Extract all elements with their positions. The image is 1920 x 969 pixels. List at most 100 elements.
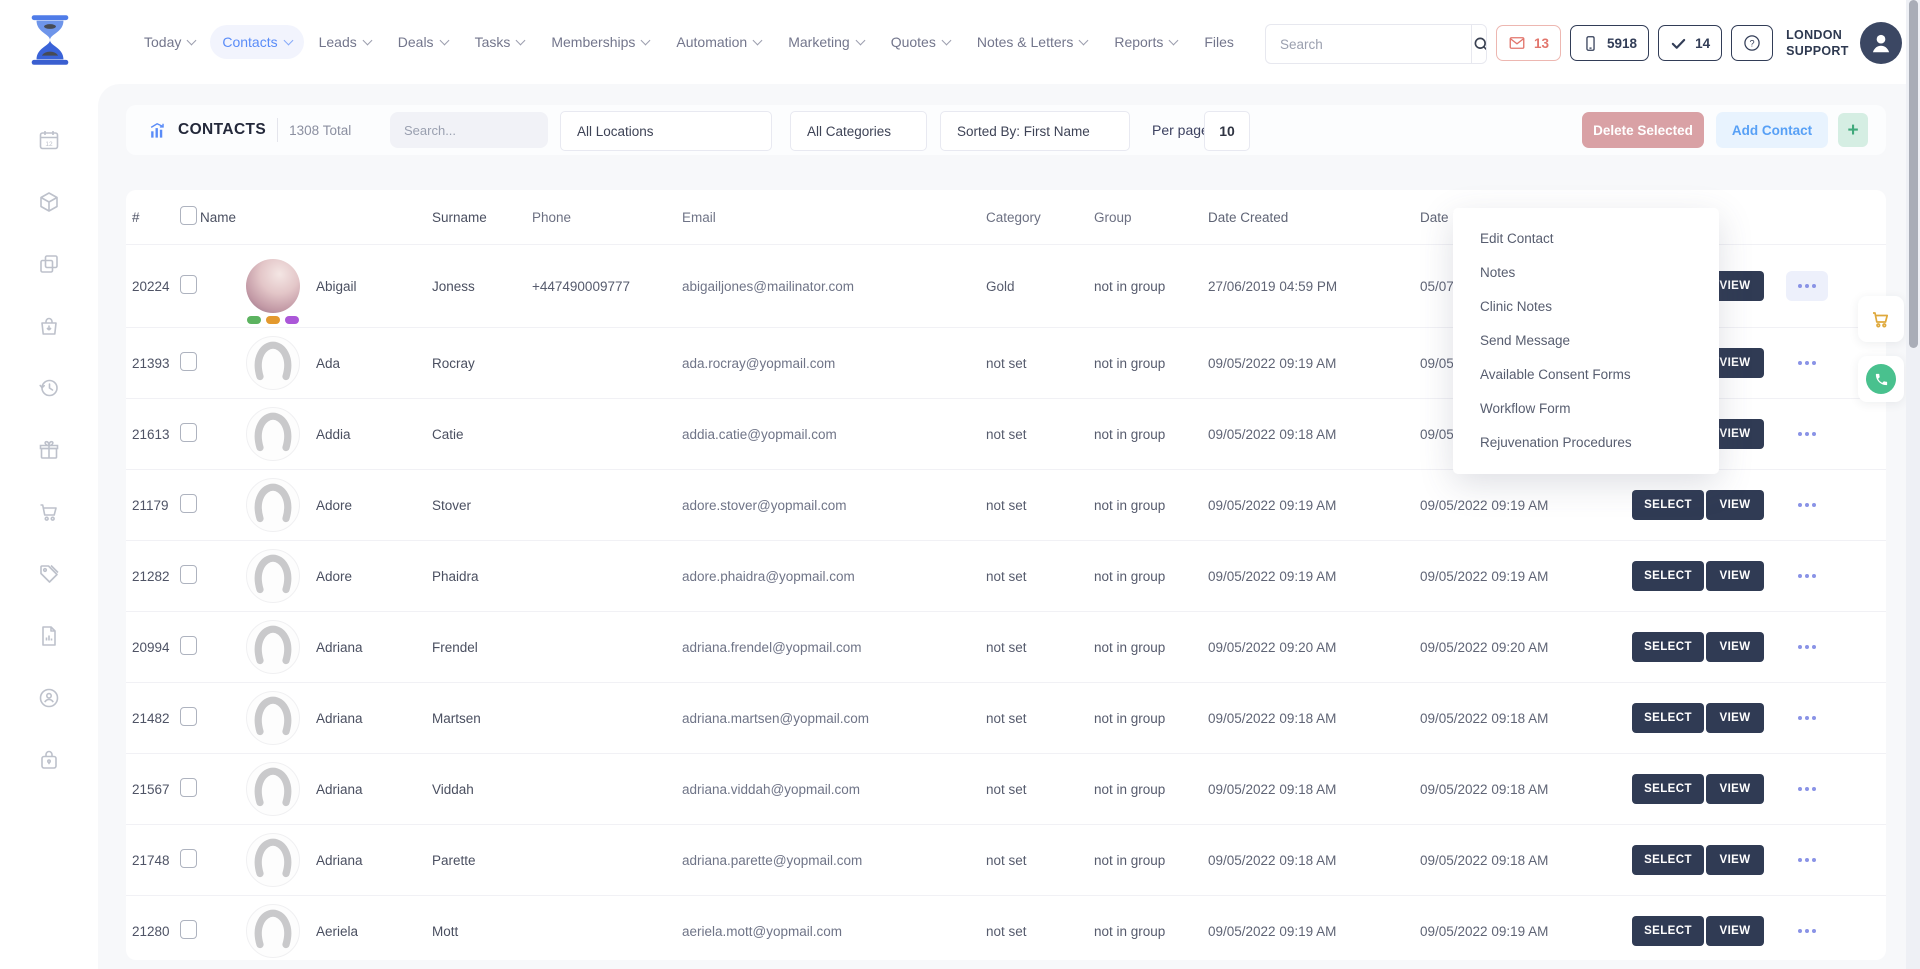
row-checkbox[interactable] <box>180 707 197 726</box>
contact-group: not in group <box>1086 711 1208 726</box>
context-menu-item-clinic-notes[interactable]: Clinic Notes <box>1453 290 1719 324</box>
locations-filter[interactable]: All Locations <box>560 111 772 151</box>
row-more-button[interactable] <box>1786 774 1828 804</box>
floating-cart-button[interactable] <box>1858 296 1904 342</box>
row-more-button[interactable] <box>1786 916 1828 946</box>
nav-item-quotes[interactable]: Quotes <box>879 25 962 59</box>
search-icon[interactable] <box>1471 25 1487 63</box>
context-menu-item-send-message[interactable]: Send Message <box>1453 324 1719 358</box>
sort-filter[interactable]: Sorted By: First Name <box>940 111 1130 151</box>
add-contact-button[interactable]: Add Contact <box>1716 112 1828 148</box>
select-button[interactable]: SELECT <box>1632 845 1704 875</box>
help-icon: ? <box>1742 33 1762 53</box>
account-sync-icon[interactable] <box>37 686 61 710</box>
row-checkbox[interactable] <box>180 352 197 371</box>
select-button[interactable]: SELECT <box>1632 490 1704 520</box>
nav-item-marketing[interactable]: Marketing <box>776 25 875 59</box>
phone-call-icon <box>1874 372 1889 387</box>
context-menu-item-rejuvenation-procedures[interactable]: Rejuvenation Procedures <box>1453 426 1719 460</box>
row-checkbox[interactable] <box>180 778 197 797</box>
row-checkbox[interactable] <box>180 494 197 513</box>
row-checkbox[interactable] <box>180 423 197 442</box>
nav-item-automation[interactable]: Automation <box>664 25 773 59</box>
cart-icon[interactable] <box>37 500 61 524</box>
nav-item-notes-letters[interactable]: Notes & Letters <box>965 25 1100 59</box>
contacts-search-input[interactable] <box>390 123 580 138</box>
select-all-checkbox[interactable] <box>180 206 197 225</box>
mail-badge[interactable]: 13 <box>1496 25 1561 61</box>
view-button[interactable]: VIEW <box>1706 490 1764 520</box>
nav-item-memberships[interactable]: Memberships <box>539 25 661 59</box>
select-button[interactable]: SELECT <box>1632 703 1704 733</box>
row-more-button[interactable] <box>1786 845 1828 875</box>
contact-avatar <box>246 407 300 461</box>
nav-item-contacts[interactable]: Contacts <box>210 25 303 59</box>
row-more-button[interactable] <box>1786 561 1828 591</box>
nav-item-today[interactable]: Today <box>132 25 207 59</box>
row-checkbox[interactable] <box>180 275 197 294</box>
copy-icon[interactable] <box>37 252 61 276</box>
shopping-bag-icon[interactable] <box>37 314 61 338</box>
svg-text:?: ? <box>1750 38 1755 48</box>
add-file-button[interactable]: + <box>1838 113 1868 147</box>
nav-item-tasks[interactable]: Tasks <box>463 25 537 59</box>
calendar-icon[interactable]: 12 <box>37 128 61 152</box>
view-button[interactable]: VIEW <box>1706 561 1764 591</box>
delete-selected-button[interactable]: Delete Selected <box>1582 112 1704 148</box>
view-button[interactable]: VIEW <box>1706 703 1764 733</box>
report-icon[interactable] <box>37 624 61 648</box>
tags-icon[interactable] <box>37 562 61 586</box>
user-avatar[interactable] <box>1860 22 1902 64</box>
row-more-button[interactable] <box>1786 348 1828 378</box>
gift-icon[interactable] <box>37 438 61 462</box>
scrollbar-thumb[interactable] <box>1909 0 1918 348</box>
select-button[interactable]: SELECT <box>1632 774 1704 804</box>
select-button[interactable]: SELECT <box>1632 632 1704 662</box>
row-more-button[interactable] <box>1786 419 1828 449</box>
nav-item-reports[interactable]: Reports <box>1102 25 1189 59</box>
contact-date-created: 09/05/2022 09:19 AM <box>1208 498 1420 513</box>
context-menu-item-available-consent-forms[interactable]: Available Consent Forms <box>1453 358 1719 392</box>
view-button[interactable]: VIEW <box>1706 632 1764 662</box>
context-menu-item-edit-contact[interactable]: Edit Contact <box>1453 222 1719 256</box>
row-checkbox[interactable] <box>180 920 197 939</box>
floating-phone-button[interactable] <box>1858 356 1904 402</box>
nav-item-files[interactable]: Files <box>1192 25 1246 59</box>
row-more-button[interactable] <box>1786 271 1828 301</box>
context-menu-item-workflow-form[interactable]: Workflow Form <box>1453 392 1719 426</box>
nav-item-leads[interactable]: Leads <box>307 25 383 59</box>
phone-badge[interactable]: 5918 <box>1570 25 1649 61</box>
select-button[interactable]: SELECT <box>1632 916 1704 946</box>
lock-icon[interactable] <box>37 748 61 772</box>
global-search-input[interactable] <box>1266 25 1471 63</box>
row-checkbox[interactable] <box>180 636 197 655</box>
history-icon[interactable] <box>37 376 61 400</box>
contact-category: Gold <box>978 279 1086 294</box>
row-checkbox[interactable] <box>180 565 197 584</box>
contact-id: 21613 <box>132 427 180 442</box>
avatar-placeholder-icon <box>247 337 299 389</box>
help-button[interactable]: ? <box>1731 25 1773 61</box>
package-icon[interactable] <box>37 190 61 214</box>
hourglass-logo[interactable] <box>22 12 78 70</box>
contact-category: not set <box>978 356 1086 371</box>
row-more-button[interactable] <box>1786 490 1828 520</box>
table-row: 21567 Adriana Viddah adriana.viddah@yopm… <box>126 753 1886 824</box>
nav-item-deals[interactable]: Deals <box>386 25 460 59</box>
table-row: 21748 Adriana Parette adriana.parette@yo… <box>126 824 1886 895</box>
row-more-button[interactable] <box>1786 632 1828 662</box>
tasks-badge[interactable]: 14 <box>1658 25 1722 61</box>
categories-filter[interactable]: All Categories <box>790 111 927 151</box>
row-more-button[interactable] <box>1786 703 1828 733</box>
view-button[interactable]: VIEW <box>1706 845 1764 875</box>
contact-id: 21282 <box>132 569 180 584</box>
view-button[interactable]: VIEW <box>1706 774 1764 804</box>
context-menu-item-notes[interactable]: Notes <box>1453 256 1719 290</box>
contact-date-updated: 09/05/2022 09:18 AM <box>1420 853 1632 868</box>
contact-group: not in group <box>1086 640 1208 655</box>
contact-surname: Rocray <box>432 356 532 371</box>
row-checkbox[interactable] <box>180 849 197 868</box>
select-button[interactable]: SELECT <box>1632 561 1704 591</box>
view-button[interactable]: VIEW <box>1706 916 1764 946</box>
per-page-value[interactable]: 10 <box>1204 111 1250 151</box>
